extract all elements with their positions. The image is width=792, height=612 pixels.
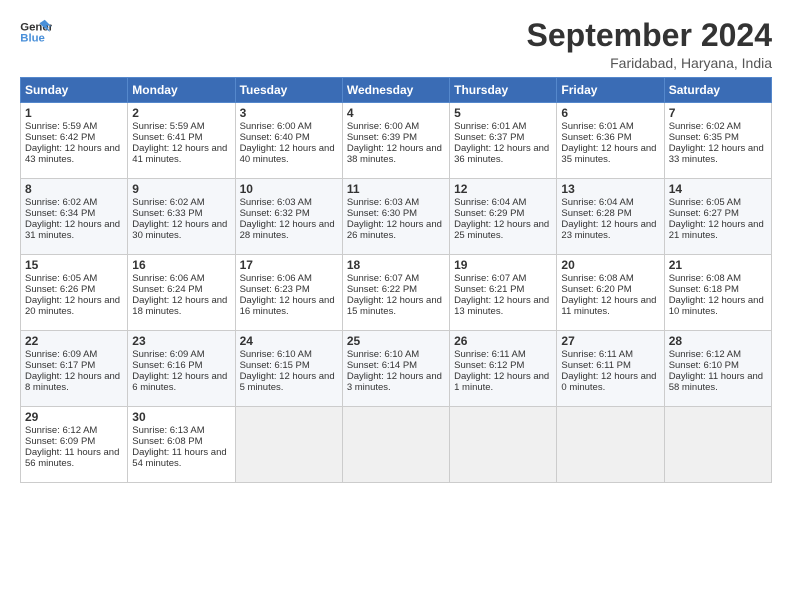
week-row: 15 Sunrise: 6:05 AM Sunset: 6:26 PM Dayl…: [21, 255, 772, 331]
table-row: 18 Sunrise: 6:07 AM Sunset: 6:22 PM Dayl…: [342, 255, 449, 331]
table-row: 25 Sunrise: 6:10 AM Sunset: 6:14 PM Dayl…: [342, 331, 449, 407]
col-monday: Monday: [128, 78, 235, 103]
week-row: 1 Sunrise: 5:59 AM Sunset: 6:42 PM Dayli…: [21, 103, 772, 179]
table-row: 20 Sunrise: 6:08 AM Sunset: 6:20 PM Dayl…: [557, 255, 664, 331]
table-row: 23 Sunrise: 6:09 AM Sunset: 6:16 PM Dayl…: [128, 331, 235, 407]
table-row: 22 Sunrise: 6:09 AM Sunset: 6:17 PM Dayl…: [21, 331, 128, 407]
table-row: 5 Sunrise: 6:01 AM Sunset: 6:37 PM Dayli…: [450, 103, 557, 179]
table-row: 24 Sunrise: 6:10 AM Sunset: 6:15 PM Dayl…: [235, 331, 342, 407]
calendar-table: Sunday Monday Tuesday Wednesday Thursday…: [20, 77, 772, 483]
table-row: 11 Sunrise: 6:03 AM Sunset: 6:30 PM Dayl…: [342, 179, 449, 255]
table-row: 2 Sunrise: 5:59 AM Sunset: 6:41 PM Dayli…: [128, 103, 235, 179]
table-row: 21 Sunrise: 6:08 AM Sunset: 6:18 PM Dayl…: [664, 255, 771, 331]
empty-cell: [342, 407, 449, 483]
table-row: 14 Sunrise: 6:05 AM Sunset: 6:27 PM Dayl…: [664, 179, 771, 255]
table-row: 6 Sunrise: 6:01 AM Sunset: 6:36 PM Dayli…: [557, 103, 664, 179]
location: Faridabad, Haryana, India: [527, 55, 772, 71]
empty-cell: [557, 407, 664, 483]
month-title: September 2024: [527, 18, 772, 53]
calendar-page: General Blue September 2024 Faridabad, H…: [0, 0, 792, 612]
table-row: 4 Sunrise: 6:00 AM Sunset: 6:39 PM Dayli…: [342, 103, 449, 179]
page-header: General Blue September 2024 Faridabad, H…: [20, 18, 772, 71]
table-row: 12 Sunrise: 6:04 AM Sunset: 6:29 PM Dayl…: [450, 179, 557, 255]
col-sunday: Sunday: [21, 78, 128, 103]
week-row: 22 Sunrise: 6:09 AM Sunset: 6:17 PM Dayl…: [21, 331, 772, 407]
table-row: 3 Sunrise: 6:00 AM Sunset: 6:40 PM Dayli…: [235, 103, 342, 179]
table-row: 10 Sunrise: 6:03 AM Sunset: 6:32 PM Dayl…: [235, 179, 342, 255]
table-row: 9 Sunrise: 6:02 AM Sunset: 6:33 PM Dayli…: [128, 179, 235, 255]
empty-cell: [664, 407, 771, 483]
table-row: 30 Sunrise: 6:13 AM Sunset: 6:08 PM Dayl…: [128, 407, 235, 483]
table-row: 8 Sunrise: 6:02 AM Sunset: 6:34 PM Dayli…: [21, 179, 128, 255]
table-row: 15 Sunrise: 6:05 AM Sunset: 6:26 PM Dayl…: [21, 255, 128, 331]
logo-icon: General Blue: [20, 18, 52, 46]
week-row: 8 Sunrise: 6:02 AM Sunset: 6:34 PM Dayli…: [21, 179, 772, 255]
table-row: 1 Sunrise: 5:59 AM Sunset: 6:42 PM Dayli…: [21, 103, 128, 179]
table-row: 13 Sunrise: 6:04 AM Sunset: 6:28 PM Dayl…: [557, 179, 664, 255]
table-row: 27 Sunrise: 6:11 AM Sunset: 6:11 PM Dayl…: [557, 331, 664, 407]
col-wednesday: Wednesday: [342, 78, 449, 103]
logo: General Blue: [20, 18, 52, 46]
header-row: Sunday Monday Tuesday Wednesday Thursday…: [21, 78, 772, 103]
col-saturday: Saturday: [664, 78, 771, 103]
table-row: 19 Sunrise: 6:07 AM Sunset: 6:21 PM Dayl…: [450, 255, 557, 331]
col-thursday: Thursday: [450, 78, 557, 103]
empty-cell: [235, 407, 342, 483]
table-row: 29 Sunrise: 6:12 AM Sunset: 6:09 PM Dayl…: [21, 407, 128, 483]
title-block: September 2024 Faridabad, Haryana, India: [527, 18, 772, 71]
table-row: 17 Sunrise: 6:06 AM Sunset: 6:23 PM Dayl…: [235, 255, 342, 331]
table-row: 26 Sunrise: 6:11 AM Sunset: 6:12 PM Dayl…: [450, 331, 557, 407]
empty-cell: [450, 407, 557, 483]
week-row: 29 Sunrise: 6:12 AM Sunset: 6:09 PM Dayl…: [21, 407, 772, 483]
col-tuesday: Tuesday: [235, 78, 342, 103]
svg-text:Blue: Blue: [20, 33, 45, 45]
table-row: 7 Sunrise: 6:02 AM Sunset: 6:35 PM Dayli…: [664, 103, 771, 179]
table-row: 28 Sunrise: 6:12 AM Sunset: 6:10 PM Dayl…: [664, 331, 771, 407]
col-friday: Friday: [557, 78, 664, 103]
table-row: 16 Sunrise: 6:06 AM Sunset: 6:24 PM Dayl…: [128, 255, 235, 331]
